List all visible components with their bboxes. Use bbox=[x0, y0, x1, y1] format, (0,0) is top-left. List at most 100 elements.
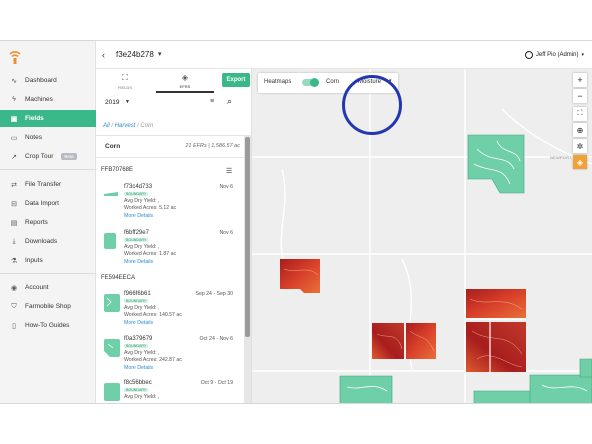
boundary-badge: BOUNDARY bbox=[124, 192, 149, 196]
year-select[interactable]: 2019 bbox=[105, 99, 119, 106]
crop-summary-row[interactable]: Corn 21 EFRs | 1,586.57 ac bbox=[96, 135, 244, 158]
more-details-link[interactable]: More Details bbox=[124, 259, 153, 265]
tab-efrs[interactable]: ◈ EFRS bbox=[156, 69, 214, 93]
heatmap-field-c1[interactable] bbox=[372, 323, 404, 359]
nav-machines[interactable]: ϟ Machines bbox=[0, 91, 96, 108]
field-shape-thumbnail bbox=[104, 383, 120, 401]
nav-divider bbox=[0, 273, 96, 274]
export-button[interactable]: Export bbox=[222, 73, 250, 87]
breadcrumb-crop: Corn bbox=[140, 123, 154, 129]
crop-summary: 21 EFRs | 1,586.57 ac bbox=[185, 143, 240, 149]
boundary-badge: BOUNDARY bbox=[124, 344, 149, 348]
tab-label: FIELDS bbox=[117, 85, 132, 90]
efr-panel: ⛶ FIELDS ◈ EFRS Export 2019 ▼ ≡ ⌕ All / … bbox=[96, 69, 252, 403]
nav-crop-tour[interactable]: ↗ Crop Tour Beta bbox=[0, 148, 96, 165]
panel-scrollbar[interactable] bbox=[244, 135, 251, 403]
efr-date: Nov 6 bbox=[219, 184, 233, 190]
fields-icon: ▣ bbox=[10, 115, 18, 123]
boundary-badge: BOUNDARY bbox=[124, 299, 149, 303]
more-details-link[interactable]: More Details bbox=[124, 213, 153, 219]
nav-file-transfer[interactable]: ⇄ File Transfer bbox=[0, 176, 96, 193]
app-frame: ∿ Dashboard ϟ Machines ▣ Fields ▭ Notes … bbox=[0, 40, 592, 404]
field-boundary-se[interactable] bbox=[529, 374, 592, 404]
caret-down-icon[interactable]: ▼ bbox=[125, 99, 130, 105]
user-menu[interactable]: Jeff Pio (Admin) ▾ bbox=[524, 51, 584, 59]
fullscreen-icon[interactable]: ⛶ bbox=[573, 107, 587, 121]
breadcrumb-all[interactable]: All bbox=[103, 123, 110, 129]
field-boundary-ne[interactable] bbox=[467, 134, 525, 194]
sort-icon[interactable]: ☰ bbox=[226, 167, 232, 175]
field-boundary-s[interactable] bbox=[473, 390, 533, 404]
nav-account[interactable]: ◉ Account bbox=[0, 279, 96, 296]
user-avatar-icon bbox=[524, 51, 533, 59]
notes-icon: ▭ bbox=[10, 134, 18, 142]
search-icon[interactable]: ⌕ bbox=[227, 96, 232, 107]
heatmaps-toggle[interactable] bbox=[302, 78, 319, 87]
nav-reports[interactable]: ▤ Reports bbox=[0, 214, 96, 231]
account-icon: ◉ bbox=[10, 284, 18, 292]
nav-farmobile-shop[interactable]: ⛉ Farmobile Shop bbox=[0, 298, 96, 315]
field-shape-thumbnail bbox=[104, 294, 120, 312]
globe-icon[interactable]: ⊕ bbox=[573, 123, 587, 137]
nav-downloads[interactable]: ⤓ Downloads bbox=[0, 233, 96, 250]
tab-label: EFRS bbox=[179, 84, 191, 89]
worked-acres: Worked Acres: 242.87 ac bbox=[124, 357, 182, 363]
nav-fields[interactable]: ▣ Fields bbox=[0, 110, 96, 127]
user-name: Jeff Pio (Admin) bbox=[535, 52, 579, 58]
scrollbar-thumb[interactable] bbox=[245, 137, 250, 337]
efr-date: Oct 24 - Nov 6 bbox=[199, 336, 233, 342]
nav-label: Machines bbox=[25, 96, 53, 103]
zoom-in-button[interactable]: + bbox=[573, 73, 587, 87]
more-details-link[interactable]: More Details bbox=[124, 365, 153, 371]
map-view[interactable]: NEWPORT Heatmaps Corn Moisture ▾ + − ⛶ ⊕… bbox=[252, 69, 592, 404]
efr-date: Oct 9 - Oct 19 bbox=[200, 380, 233, 386]
nav-inputs[interactable]: ⚗ Inputs bbox=[0, 252, 96, 269]
caret-down-icon[interactable]: ▾ bbox=[158, 50, 162, 58]
heatmap-field-e2[interactable] bbox=[466, 322, 526, 372]
heatmap-field-e1[interactable] bbox=[466, 289, 526, 318]
nav-notes[interactable]: ▭ Notes bbox=[0, 129, 96, 146]
shop-icon: ⛉ bbox=[11, 302, 17, 310]
heatmap-fields[interactable] bbox=[280, 259, 526, 372]
tab-fields[interactable]: ⛶ FIELDS bbox=[96, 69, 154, 93]
nav-label: Notes bbox=[25, 134, 42, 141]
breadcrumb-harvest[interactable]: Harvest bbox=[115, 123, 136, 129]
highlight-circle bbox=[342, 75, 402, 135]
nav-how-to-guides[interactable]: ▯ How-To Guides bbox=[0, 317, 96, 334]
import-icon: ⊟ bbox=[11, 200, 17, 208]
efr-list-item[interactable]: f8c56bbec BOUNDARY Avg Dry Yield: , Oct … bbox=[96, 379, 244, 403]
zoom-out-button[interactable]: − bbox=[573, 89, 587, 103]
map-canvas[interactable] bbox=[252, 69, 592, 404]
back-chevron-icon[interactable]: ‹ bbox=[102, 50, 105, 60]
heatmap-field-c2[interactable] bbox=[406, 323, 436, 359]
left-nav: ∿ Dashboard ϟ Machines ▣ Fields ▭ Notes … bbox=[0, 41, 96, 403]
layers-icon[interactable]: ◈ bbox=[573, 155, 587, 169]
heatmap-field-w[interactable] bbox=[280, 259, 320, 293]
crop-layer-label[interactable]: Corn bbox=[326, 79, 339, 85]
field-boundary-sw[interactable] bbox=[339, 375, 393, 404]
more-details-link[interactable]: More Details bbox=[124, 320, 153, 326]
nav-dashboard[interactable]: ∿ Dashboard bbox=[0, 72, 96, 89]
weather-icon[interactable]: ✲ bbox=[573, 139, 587, 153]
efr-list-item[interactable]: f73c4d733 BOUNDARY Avg Dry Yield: , Work… bbox=[96, 183, 244, 229]
filter-icon[interactable]: ≡ bbox=[210, 98, 214, 105]
efr-name: f966f6b61 bbox=[124, 291, 151, 297]
field-shape-thumbnail bbox=[104, 339, 120, 357]
fields-tab-icon: ⛶ bbox=[122, 73, 128, 82]
transfer-icon: ⇄ bbox=[11, 181, 17, 189]
avg-dry-yield: Avg Dry Yield: , bbox=[124, 305, 160, 311]
avg-dry-yield: Avg Dry Yield: , bbox=[124, 198, 160, 204]
efr-list-item[interactable]: f966f6b61 BOUNDARY Avg Dry Yield: , Work… bbox=[96, 290, 244, 336]
boundary-badge: BOUNDARY bbox=[124, 238, 149, 242]
nav-data-import[interactable]: ⊟ Data Import bbox=[0, 195, 96, 212]
toggle-knob bbox=[310, 78, 319, 87]
nav-label: Fields bbox=[25, 115, 44, 122]
field-title[interactable]: f3e24b278 bbox=[116, 50, 154, 59]
efr-list-item[interactable]: f6bff29e7 BOUNDARY Avg Dry Yield: , Work… bbox=[96, 229, 244, 275]
trend-icon: ↗ bbox=[11, 153, 17, 161]
bolt-icon: ϟ bbox=[12, 96, 16, 103]
field-boundary-e[interactable] bbox=[579, 358, 592, 378]
worked-acres: Worked Acres: 1.87 ac bbox=[124, 251, 177, 257]
efr-list-item[interactable]: f0a379679 BOUNDARY Avg Dry Yield: , Work… bbox=[96, 335, 244, 381]
efr-name: f0a379679 bbox=[124, 336, 153, 342]
